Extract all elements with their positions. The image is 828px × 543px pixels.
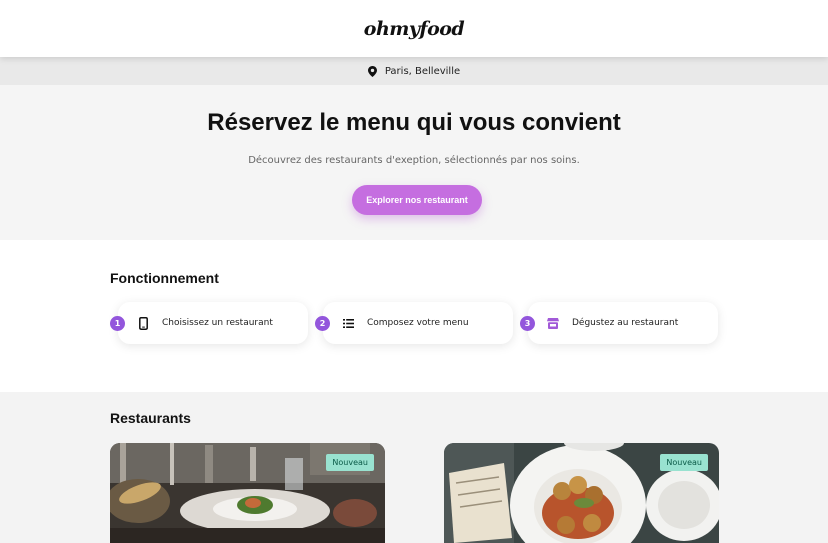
step-label: Composez votre menu [367, 318, 469, 328]
explore-restaurants-button[interactable]: Explorer nos restaurant [352, 185, 482, 215]
location-text: Paris, Belleville [384, 65, 461, 77]
mobile-phone-icon [136, 316, 150, 330]
restaurant-card-2[interactable]: Nouveau [444, 443, 719, 543]
how-it-works-title: Fonctionnement [110, 270, 219, 286]
hero-section: Réservez le menu qui vous convient Décou… [0, 85, 828, 240]
step-card-2: 2 Composez votre menu [315, 302, 513, 344]
new-badge: Nouveau [660, 454, 708, 471]
step-label: Choisissez un restaurant [162, 318, 273, 328]
location-bar: Paris, Belleville [0, 57, 828, 85]
site-header: ohmyfood [0, 0, 828, 57]
step-number-badge: 3 [520, 316, 535, 331]
restaurants-section: Restaurants Nouveau Nouveau [0, 392, 828, 543]
list-icon [341, 316, 355, 330]
store-icon [546, 316, 560, 330]
hero-title: Réservez le menu qui vous convient [207, 109, 621, 136]
step-label: Dégustez au restaurant [572, 318, 679, 328]
how-it-works-section: Fonctionnement 1 Choisissez un restauran… [0, 240, 828, 392]
ohmyfood-logo[interactable]: ohmyfood [364, 18, 465, 40]
restaurant-card-1[interactable]: Nouveau [110, 443, 385, 543]
step-number-badge: 1 [110, 316, 125, 331]
map-pin-icon [367, 65, 377, 77]
new-badge: Nouveau [326, 454, 374, 471]
step-number-badge: 2 [315, 316, 330, 331]
hero-subtitle: Découvrez des restaurants d'exeption, sé… [248, 155, 580, 166]
step-card-3: 3 Dégustez au restaurant [520, 302, 718, 344]
step-card-1: 1 Choisissez un restaurant [110, 302, 308, 344]
restaurants-title: Restaurants [110, 410, 191, 426]
